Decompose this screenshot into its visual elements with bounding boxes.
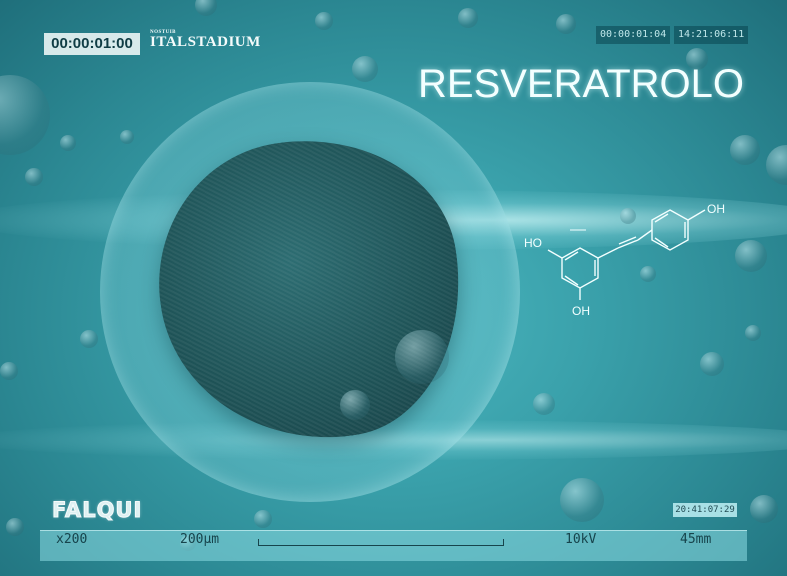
bubble [80, 330, 98, 348]
bubble [560, 478, 604, 522]
bubble [120, 130, 134, 144]
microscope-frame: 00:00:01:00 NOSTUIB ITALSTADIUM 00:00:01… [0, 0, 787, 576]
label-oh-bottom: OH [572, 304, 590, 318]
voltage-label: 10kV [565, 532, 597, 547]
bubble [340, 390, 370, 420]
molecule-title: RESVERATROLO [418, 62, 744, 106]
broadcaster-name: ITALSTADIUM [150, 34, 261, 50]
timecode-bottom: 20:41:07:29 [673, 503, 737, 517]
broadcaster-logo: NOSTUIB ITALSTADIUM [150, 30, 261, 51]
timecode-top-right: 14:21:06:11 [674, 26, 749, 44]
left-benzene-ring [561, 247, 599, 289]
bubble [458, 8, 478, 28]
magnification-label: x200 [56, 532, 88, 547]
scale-line [258, 539, 504, 546]
bubble [6, 518, 24, 536]
scale-length-label: 200µm [180, 532, 220, 547]
bubble [254, 510, 272, 528]
scale-bar: x200 200µm 10kV 45mm [40, 530, 747, 561]
bubble [195, 0, 217, 16]
bubble [0, 362, 18, 380]
sponsor-logo: FALQUI [51, 498, 143, 523]
bubble [395, 330, 449, 384]
label-oh-top: OH [707, 202, 725, 216]
timecode-box: 00:00:01:00 [44, 33, 140, 55]
bubble [556, 14, 576, 34]
bubble [352, 56, 378, 82]
bubble [766, 145, 787, 185]
bubble [533, 393, 555, 415]
bubble [0, 75, 50, 155]
label-ho: HO [524, 236, 542, 250]
bubble [750, 495, 778, 523]
right-benzene-ring [651, 209, 689, 251]
bubble [730, 135, 760, 165]
bubble [315, 12, 333, 30]
bubble [25, 168, 43, 186]
distance-label: 45mm [680, 532, 712, 547]
bubble [60, 135, 76, 151]
bubble [700, 352, 724, 376]
timecode-top-left: 00:00:01:04 [596, 26, 671, 44]
resveratrol-structure: HO OH OH [524, 202, 725, 318]
